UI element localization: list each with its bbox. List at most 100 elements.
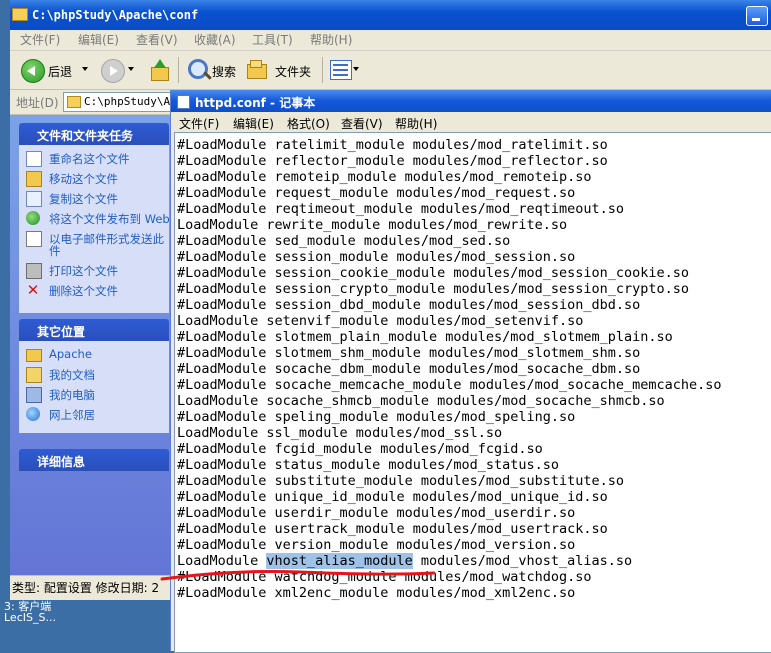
status-text: 类型: 配置设置 修改日期: 2	[12, 581, 160, 595]
forward-arrow-icon[interactable]	[101, 59, 125, 83]
task-pane: 文件和文件夹任务 重命名这个文件 移动这个文件 复制这个文件 将这个文件发布到 …	[10, 115, 171, 575]
task-delete-label[interactable]: 删除这个文件	[49, 283, 118, 299]
task-print[interactable]: 打印这个文件	[19, 261, 169, 281]
task-email[interactable]: 以电子邮件形式发送此	[19, 229, 169, 247]
np-menu-help[interactable]: 帮助(H)	[395, 115, 437, 132]
address-label: 地址(D)	[16, 96, 59, 110]
print-icon	[26, 263, 42, 279]
code-line: #LoadModule userdir_module modules/mod_u…	[177, 505, 576, 521]
menu-tools[interactable]: 工具(T)	[252, 31, 293, 48]
folders-button-label[interactable]: 文件夹	[275, 63, 311, 80]
views-dropdown-icon[interactable]	[353, 67, 359, 71]
other-places-title: 其它位置	[37, 325, 86, 339]
notepad-title-bar[interactable]: httpd.conf - 记事本	[171, 90, 771, 112]
menu-help[interactable]: 帮助(H)	[310, 31, 352, 48]
menu-favorites[interactable]: 收藏(A)	[194, 31, 236, 48]
task-email-cont[interactable]: 件	[19, 243, 169, 261]
place-my-computer-label[interactable]: 我的电脑	[49, 387, 95, 403]
task-publish-web-label[interactable]: 将这个文件发布到 Web	[49, 211, 170, 227]
code-line: #LoadModule slotmem_shm_module modules/m…	[177, 345, 641, 361]
task-copy-label[interactable]: 复制这个文件	[49, 191, 118, 207]
code-line: #LoadModule sed_module modules/mod_sed.s…	[177, 233, 511, 249]
back-button-label[interactable]: 后退	[48, 63, 72, 80]
code-line: LoadModule ssl_module modules/mod_ssl.so	[177, 425, 503, 441]
file-tasks-panel: 文件和文件夹任务 重命名这个文件 移动这个文件 复制这个文件 将这个文件发布到 …	[19, 123, 170, 313]
forward-dropdown-icon[interactable]	[128, 67, 134, 71]
task-rename-label[interactable]: 重命名这个文件	[49, 151, 130, 167]
code-line: LoadModule setenvif_module modules/mod_s…	[177, 313, 584, 329]
minimize-button[interactable]	[746, 6, 768, 26]
back-arrow-icon[interactable]	[21, 59, 45, 83]
code-line: #LoadModule session_cookie_module module…	[177, 265, 690, 281]
task-rename[interactable]: 重命名这个文件	[19, 149, 169, 169]
other-places-panel: 其它位置 Apache 我的文档 我的电脑 网上邻居	[19, 319, 169, 433]
code-line: #LoadModule session_dbd_module modules/m…	[177, 297, 641, 313]
menu-view[interactable]: 查看(V)	[136, 31, 178, 48]
place-network-label[interactable]: 网上邻居	[49, 407, 95, 423]
task-delete[interactable]: ✕ 删除这个文件	[19, 281, 169, 301]
task-email-label-cont[interactable]: 件	[49, 243, 61, 259]
search-button-label[interactable]: 搜索	[212, 63, 236, 80]
notepad-menu-bar: 文件(F) 编辑(E) 格式(O) 查看(V) 帮助(H)	[171, 112, 771, 132]
details-panel: 详细信息	[19, 449, 169, 471]
folder-icon	[67, 96, 81, 108]
other-places-body: Apache 我的文档 我的电脑 网上邻居	[19, 341, 169, 433]
code-line: #LoadModule remoteip_module modules/mod_…	[177, 169, 592, 185]
code-line: #LoadModule reflector_module modules/mod…	[177, 153, 608, 169]
menu-edit[interactable]: 编辑(E)	[78, 31, 119, 48]
search-icon[interactable]	[188, 59, 208, 79]
file-tasks-header[interactable]: 文件和文件夹任务	[19, 123, 169, 145]
details-header[interactable]: 详细信息	[19, 449, 169, 471]
notepad-icon	[177, 95, 190, 109]
place-my-documents[interactable]: 我的文档	[19, 365, 169, 385]
desktop-label: LecIS_S...	[4, 611, 56, 624]
copy-icon	[26, 191, 42, 207]
code-line: #LoadModule unique_id_module modules/mod…	[177, 489, 608, 505]
folders-icon[interactable]	[247, 60, 267, 79]
task-publish-web[interactable]: 将这个文件发布到 Web	[19, 209, 170, 229]
place-apache-label[interactable]: Apache	[49, 347, 92, 361]
task-move[interactable]: 移动这个文件	[19, 169, 169, 189]
line-suffix: modules/mod_vhost_alias.so	[412, 553, 633, 569]
code-line: LoadModule rewrite_module modules/mod_re…	[177, 217, 568, 233]
network-icon	[26, 407, 40, 421]
address-input[interactable]: C:\phpStudy\Apa	[63, 92, 185, 112]
move-icon	[26, 171, 42, 187]
details-title: 详细信息	[37, 455, 86, 469]
views-icon[interactable]	[330, 60, 352, 80]
delete-icon: ✕	[26, 281, 40, 299]
explorer-title-bar[interactable]: C:\phpStudy\Apache\conf	[10, 0, 771, 30]
np-menu-view[interactable]: 查看(V)	[341, 115, 383, 132]
code-line: #LoadModule substitute_module modules/mo…	[177, 473, 625, 489]
code-line: #LoadModule reqtimeout_module modules/mo…	[177, 201, 625, 217]
status-bar: 类型: 配置设置 修改日期: 2	[10, 575, 171, 596]
code-line: LoadModule socache_shmcb_module modules/…	[177, 393, 665, 409]
notepad-title: httpd.conf - 记事本	[195, 96, 316, 110]
publish-web-icon	[26, 211, 40, 225]
np-menu-format[interactable]: 格式(O)	[287, 115, 330, 132]
task-print-label[interactable]: 打印这个文件	[49, 263, 118, 279]
my-documents-icon	[26, 367, 42, 383]
file-tasks-body: 重命名这个文件 移动这个文件 复制这个文件 将这个文件发布到 Web 以电子邮件…	[19, 145, 170, 313]
task-copy[interactable]: 复制这个文件	[19, 189, 169, 209]
code-line: #LoadModule socache_dbm_module modules/m…	[177, 361, 641, 377]
task-move-label[interactable]: 移动这个文件	[49, 171, 118, 187]
code-line: #LoadModule version_module modules/mod_v…	[177, 537, 576, 553]
place-network[interactable]: 网上邻居	[19, 405, 169, 425]
menu-file[interactable]: 文件(F)	[20, 31, 60, 48]
other-places-header[interactable]: 其它位置	[19, 319, 169, 341]
code-line: #LoadModule status_module modules/mod_st…	[177, 457, 560, 473]
back-dropdown-icon[interactable]	[82, 67, 88, 71]
my-computer-icon	[26, 387, 42, 403]
folder-up-icon[interactable]	[149, 59, 169, 81]
folder-icon	[12, 8, 28, 21]
place-my-computer[interactable]: 我的电脑	[19, 385, 169, 405]
place-my-documents-label[interactable]: 我的文档	[49, 367, 95, 383]
np-menu-edit[interactable]: 编辑(E)	[233, 115, 274, 132]
explorer-menu-bar: 文件(F) 编辑(E) 查看(V) 收藏(A) 工具(T) 帮助(H)	[10, 30, 771, 51]
code-line: #LoadModule usertrack_module modules/mod…	[177, 521, 608, 537]
place-apache[interactable]: Apache	[19, 345, 169, 365]
toolbar-separator	[178, 57, 179, 83]
np-menu-file[interactable]: 文件(F)	[179, 115, 219, 132]
explorer-title: C:\phpStudy\Apache\conf	[32, 8, 199, 22]
